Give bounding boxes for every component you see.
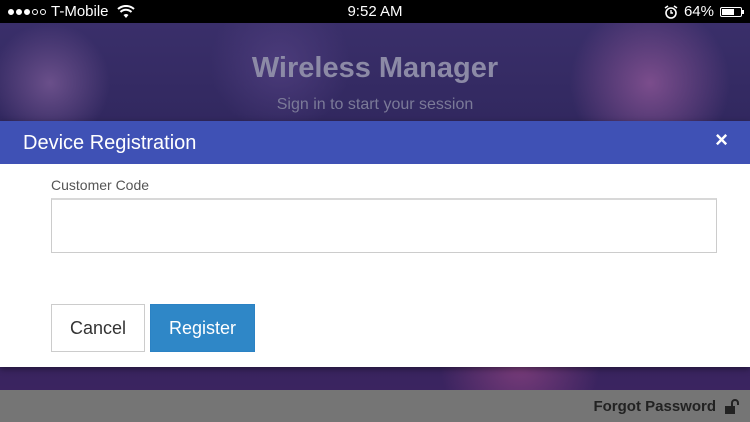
customer-code-input[interactable] <box>51 198 717 253</box>
battery-percent: 64% <box>683 3 714 20</box>
status-bar: T-Mobile 9:52 AM 64% <box>0 0 750 23</box>
status-time: 9:52 AM <box>347 3 403 20</box>
dialog-title: Device Registration <box>23 132 197 154</box>
alarm-clock-icon <box>664 4 678 19</box>
dialog-header: Device Registration × <box>0 121 750 164</box>
customer-code-label: Customer Code <box>51 177 150 193</box>
forgot-password-link[interactable]: Forgot Password <box>593 398 740 415</box>
forgot-password-label: Forgot Password <box>593 398 716 415</box>
cancel-button[interactable]: Cancel <box>51 304 145 352</box>
device-registration-dialog: Device Registration × Customer Code Canc… <box>0 121 750 367</box>
battery-icon <box>720 6 744 17</box>
status-right: 64% <box>664 3 744 20</box>
close-icon[interactable]: × <box>715 129 728 151</box>
app-subtitle: Sign in to start your session <box>276 96 474 113</box>
app-title: Wireless Manager <box>251 52 499 84</box>
unlock-icon <box>725 398 739 414</box>
register-button[interactable]: Register <box>150 304 255 352</box>
